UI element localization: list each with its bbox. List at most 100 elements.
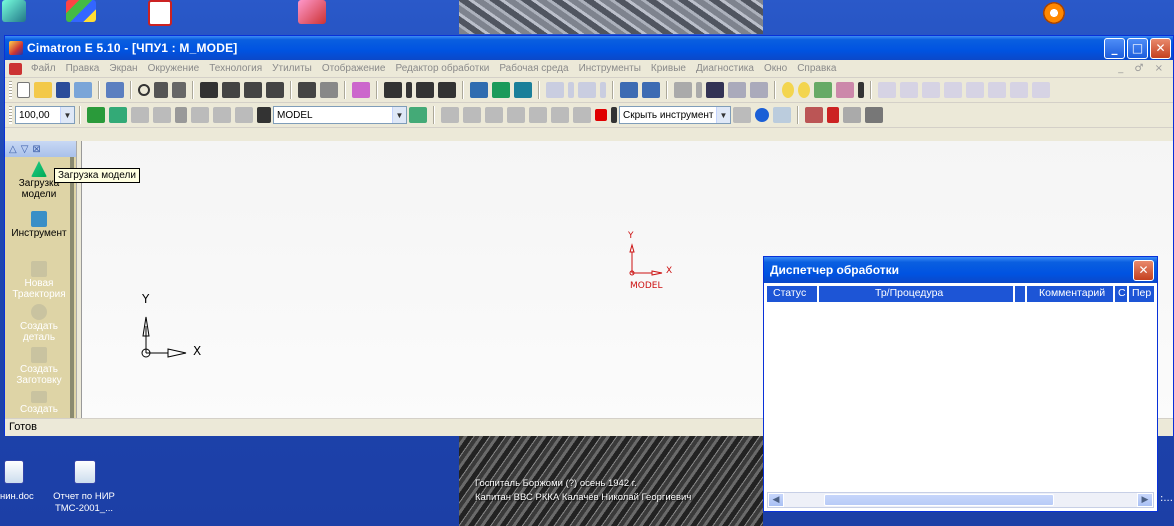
sketch-curve-icon[interactable] bbox=[944, 82, 962, 98]
layer-icon[interactable] bbox=[257, 107, 271, 123]
sketch-circle-icon[interactable] bbox=[922, 82, 940, 98]
dropdown-arrow-icon[interactable] bbox=[858, 82, 864, 98]
cube-multi-icon[interactable] bbox=[438, 82, 456, 98]
minimize-button[interactable]: _ bbox=[1104, 37, 1125, 59]
undo-icon[interactable] bbox=[546, 82, 564, 98]
simulate-icon[interactable] bbox=[485, 107, 503, 123]
menu-window[interactable]: Окно bbox=[759, 63, 792, 74]
toolbar-grip[interactable] bbox=[9, 81, 12, 99]
iso-view-icon[interactable] bbox=[244, 82, 262, 98]
processing-manager-title-bar[interactable]: Диспетчер обработки ✕ bbox=[764, 257, 1157, 283]
menu-workspace[interactable]: Рабочая среда bbox=[494, 63, 573, 74]
fit-icon[interactable] bbox=[470, 82, 488, 98]
dropdown-arrow-icon[interactable] bbox=[611, 107, 617, 123]
menu-technology[interactable]: Технология bbox=[204, 63, 267, 74]
chevron-down-icon[interactable]: ▼ bbox=[60, 107, 74, 123]
column-status[interactable]: Статус bbox=[767, 286, 819, 302]
line-weight-icon[interactable] bbox=[750, 82, 768, 98]
calc-icon[interactable] bbox=[865, 107, 883, 123]
line-style-icon[interactable] bbox=[728, 82, 746, 98]
new-file-icon[interactable] bbox=[17, 82, 30, 98]
tab-icon[interactable] bbox=[836, 82, 854, 98]
toolbar-grip[interactable] bbox=[9, 106, 12, 124]
collapse-down-icon[interactable]: ▽ bbox=[21, 144, 29, 155]
column-per[interactable]: Пер bbox=[1129, 286, 1153, 302]
menu-diagnostics[interactable]: Диагностика bbox=[691, 63, 759, 74]
magnet-icon[interactable] bbox=[109, 107, 127, 123]
wizard-new-toolpath[interactable]: Новая Траектория bbox=[5, 261, 73, 300]
table-icon[interactable] bbox=[843, 107, 861, 123]
redo-list-icon[interactable] bbox=[600, 82, 606, 98]
magic-icon[interactable] bbox=[773, 107, 791, 123]
light-bulb-2-icon[interactable] bbox=[798, 82, 810, 98]
delete-icon[interactable] bbox=[175, 107, 187, 123]
menu-curves[interactable]: Кривые bbox=[646, 63, 691, 74]
word-doc-icon[interactable] bbox=[4, 460, 24, 484]
column-toolpath-procedure[interactable]: Тр/Процедура bbox=[819, 286, 1015, 302]
maximize-button[interactable]: □ bbox=[1127, 37, 1148, 59]
info-icon[interactable] bbox=[755, 108, 769, 122]
sketch-trim-icon[interactable] bbox=[988, 82, 1006, 98]
browser-icon[interactable] bbox=[74, 82, 92, 98]
desktop-icon-label-report[interactable]: Отчет по НИР ТМС-2001_... bbox=[40, 491, 128, 515]
wizard-create-stock[interactable]: Создать Заготовку bbox=[5, 347, 73, 386]
blank-icon[interactable] bbox=[191, 107, 209, 123]
processing-manager-tree[interactable] bbox=[767, 302, 1154, 491]
grid-icon[interactable] bbox=[642, 82, 660, 98]
shaded-view-icon[interactable] bbox=[200, 82, 218, 98]
sketch-offset-icon[interactable] bbox=[966, 82, 984, 98]
menu-display[interactable]: Отображение bbox=[317, 63, 391, 74]
section-view-icon[interactable] bbox=[266, 82, 284, 98]
redo-icon[interactable] bbox=[578, 82, 596, 98]
verify-icon[interactable] bbox=[507, 107, 525, 123]
render-icon[interactable] bbox=[352, 82, 370, 98]
copy-icon[interactable] bbox=[153, 107, 171, 123]
zoom-select[interactable]: 100,00 ▼ bbox=[15, 106, 75, 124]
green-arrow-icon[interactable] bbox=[87, 107, 105, 123]
menu-screen[interactable]: Экран bbox=[104, 63, 142, 74]
media-player-icon[interactable] bbox=[1043, 2, 1065, 24]
collapse-up-icon[interactable]: △ bbox=[9, 144, 17, 155]
zoom-icon[interactable] bbox=[138, 84, 150, 96]
close-button[interactable]: ✕ bbox=[1150, 37, 1171, 59]
wizard-tool[interactable]: Инструмент bbox=[5, 211, 73, 239]
find-icon[interactable] bbox=[514, 82, 532, 98]
sketch-line-icon[interactable] bbox=[878, 82, 896, 98]
title-bar[interactable]: Cimatron E 5.10 - [ЧПУ1 : M_MODE] _ □ ✕ bbox=[5, 36, 1173, 60]
toolpath-icon[interactable] bbox=[441, 107, 459, 123]
cube-view-icon[interactable] bbox=[384, 82, 402, 98]
processing-manager-close-button[interactable]: ✕ bbox=[1133, 259, 1154, 281]
column-comment[interactable]: Комментарий bbox=[1027, 286, 1115, 302]
multi-light-icon[interactable] bbox=[814, 82, 832, 98]
dropdown-arrow-icon[interactable] bbox=[406, 82, 412, 98]
column-c[interactable]: С bbox=[1115, 286, 1129, 302]
desktop-app-icon[interactable] bbox=[2, 0, 26, 22]
model-select[interactable]: MODEL ▼ bbox=[273, 106, 407, 124]
pen-icon[interactable] bbox=[706, 82, 724, 98]
powerpoint-file-icon[interactable] bbox=[298, 0, 326, 24]
layers-icon[interactable] bbox=[620, 82, 638, 98]
rotate-icon[interactable] bbox=[172, 82, 186, 98]
attributes-icon[interactable] bbox=[213, 107, 231, 123]
dropdown-arrow-icon[interactable] bbox=[696, 82, 702, 98]
word-doc-icon[interactable] bbox=[74, 460, 96, 484]
cube-front-icon[interactable] bbox=[416, 82, 434, 98]
save-icon[interactable] bbox=[56, 82, 70, 98]
heart-icon[interactable] bbox=[805, 107, 823, 123]
processing-manager-hscrollbar[interactable]: ◀ ▶ bbox=[767, 492, 1154, 508]
sketch-extend-icon[interactable] bbox=[1010, 82, 1028, 98]
wizard-scrollbar[interactable] bbox=[70, 157, 74, 418]
wizard-create-more[interactable]: Создать bbox=[5, 391, 73, 415]
column-spacer[interactable] bbox=[1015, 286, 1027, 302]
open-folder-icon[interactable] bbox=[34, 82, 52, 98]
pan-icon[interactable] bbox=[154, 82, 168, 98]
tool-icon[interactable] bbox=[573, 107, 591, 123]
scroll-left-icon[interactable]: ◀ bbox=[768, 493, 784, 507]
menu-file[interactable]: Файл bbox=[26, 63, 61, 74]
color-swatch-icon[interactable] bbox=[595, 109, 607, 121]
document-icon[interactable] bbox=[9, 62, 22, 75]
post-icon[interactable] bbox=[529, 107, 547, 123]
sketch-more-icon[interactable] bbox=[1032, 82, 1050, 98]
menu-processing-editor[interactable]: Редактор обработки bbox=[390, 63, 494, 74]
menu-edit[interactable]: Правка bbox=[61, 63, 105, 74]
